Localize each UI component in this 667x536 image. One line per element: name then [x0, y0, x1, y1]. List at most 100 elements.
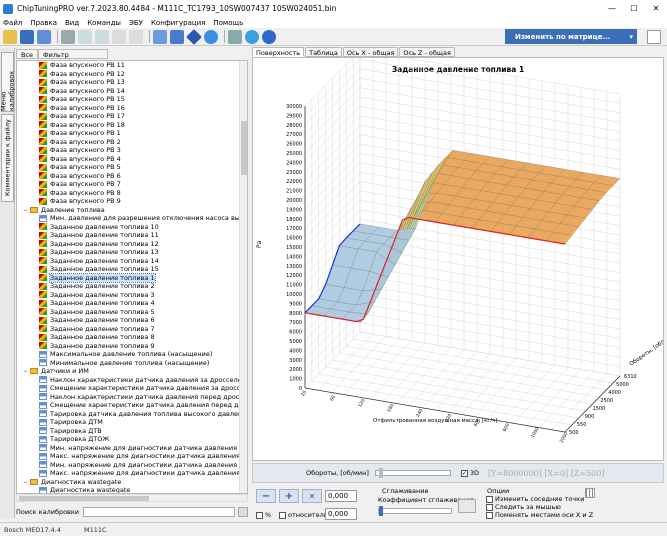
- tree-folder[interactable]: ⌄ Давление топлива: [17, 206, 247, 215]
- tree-item[interactable]: Заданное давление топлива 7: [17, 325, 247, 334]
- tree-folder[interactable]: ⌄ Диагностика wastegate: [17, 478, 247, 487]
- tree-item[interactable]: Фаза впускного РВ 5: [17, 163, 247, 172]
- globe-icon[interactable]: [245, 29, 259, 44]
- menu-help[interactable]: Помощь: [213, 19, 243, 27]
- checksum-icon[interactable]: [153, 29, 167, 44]
- tree-item[interactable]: Заданное давление топлива 15: [17, 265, 247, 274]
- tree-item[interactable]: Фаза впускного РВ 15: [17, 95, 247, 104]
- scrollbar-thumb[interactable]: [19, 496, 149, 501]
- tree-item[interactable]: Заданное давление топлива 10: [17, 223, 247, 232]
- expand-chevron-icon[interactable]: ⌄: [23, 206, 30, 215]
- save-as-icon[interactable]: [37, 29, 51, 44]
- tree-item[interactable]: Фаза впускного РВ 18: [17, 121, 247, 130]
- info-icon[interactable]: [204, 29, 218, 44]
- tab-surface[interactable]: Поверхность: [252, 47, 305, 57]
- change-by-matrix-combo[interactable]: Изменить по матрице... ▾: [505, 29, 637, 44]
- tree-item[interactable]: Заданное давление топлива 1: [17, 272, 247, 283]
- tree-item[interactable]: Макс. напряжение для диагностики датчика…: [17, 469, 247, 478]
- tree-item[interactable]: Мин. давление для разрешения отключения …: [17, 214, 247, 223]
- tree-item[interactable]: Фаза впускного РВ 11: [17, 61, 247, 70]
- menu-commands[interactable]: Команды: [87, 19, 121, 27]
- navigate-icon[interactable]: [186, 28, 202, 45]
- help-icon[interactable]: [262, 29, 276, 44]
- search-input[interactable]: [83, 507, 235, 517]
- tree-item[interactable]: Смещение характеристики датчика давления…: [17, 401, 247, 410]
- open-folder-icon[interactable]: [3, 29, 17, 44]
- undo-icon[interactable]: [112, 29, 126, 44]
- tree-item[interactable]: Тарировка ДТМ: [17, 418, 247, 427]
- tree-item[interactable]: Фаза впускного РВ 6: [17, 172, 247, 181]
- menu-ecu[interactable]: ЭБУ: [129, 19, 143, 27]
- tools-icon[interactable]: [228, 29, 242, 44]
- print-icon[interactable]: [61, 29, 75, 44]
- option-neighbors-checkbox[interactable]: [486, 496, 493, 503]
- minimize-button[interactable]: —: [601, 0, 623, 17]
- table-grid-icon[interactable]: [585, 488, 595, 498]
- menu-edit[interactable]: Правка: [30, 19, 57, 27]
- tree-item[interactable]: Мин. напряжение для диагностики датчика …: [17, 444, 247, 453]
- tree-item[interactable]: Заданное давление топлива 11: [17, 231, 247, 240]
- rpm-slider[interactable]: [374, 468, 451, 478]
- tree-item[interactable]: Фаза впускного РВ 4: [17, 155, 247, 164]
- tree-item[interactable]: Фаза впускного РВ 16: [17, 104, 247, 113]
- slider-thumb[interactable]: [378, 468, 383, 478]
- tree-horizontal-scrollbar[interactable]: [16, 494, 248, 502]
- tree-item[interactable]: Тарировка ДТОЖ: [17, 435, 247, 444]
- tree-item[interactable]: Фаза впускного РВ 12: [17, 70, 247, 79]
- tree-item[interactable]: Заданное давление топлива 14: [17, 257, 247, 266]
- surface-plot[interactable]: Заданное давление топлива 1 0 1000 2000 3000…: [252, 57, 664, 461]
- expand-chevron-icon[interactable]: ⌄: [23, 367, 30, 376]
- tree-item[interactable]: Заданное давление топлива 3: [17, 291, 247, 300]
- scrollbar-thumb[interactable]: [241, 121, 247, 175]
- slider-thumb[interactable]: [379, 506, 383, 516]
- smoothing-slider[interactable]: [378, 506, 452, 516]
- tree-item[interactable]: Фаза впускного РВ 9: [17, 197, 247, 206]
- tree-item[interactable]: Заданное давление топлива 5: [17, 308, 247, 317]
- option-follow-mouse-checkbox[interactable]: [486, 504, 493, 511]
- tree-item[interactable]: Фаза впускного РВ 13: [17, 78, 247, 87]
- tree-item[interactable]: Заданное давление топлива 6: [17, 316, 247, 325]
- relative-checkbox[interactable]: [279, 512, 286, 519]
- grid-icon[interactable]: [647, 30, 661, 44]
- tree-item[interactable]: Наклон характеристики датчика давления з…: [17, 376, 247, 385]
- relative-value-input[interactable]: 0,000: [325, 508, 357, 520]
- tree-item[interactable]: Фаза впускного РВ 2: [17, 138, 247, 147]
- smooth-apply-icon[interactable]: [458, 499, 476, 513]
- tree-item[interactable]: Заданное давление топлива 2: [17, 282, 247, 291]
- maximize-button[interactable]: ☐: [623, 0, 645, 17]
- save-icon[interactable]: [20, 29, 34, 44]
- tree-item[interactable]: Заданное давление топлива 9: [17, 342, 247, 351]
- percent-checkbox[interactable]: [256, 512, 263, 519]
- tree-item[interactable]: Тарировка датчика давления топлива высок…: [17, 410, 247, 419]
- tree-item[interactable]: Фаза впускного РВ 7: [17, 180, 247, 189]
- checkbox-3d[interactable]: ✓: [460, 469, 468, 477]
- tree-item[interactable]: Мин. напряжение для диагностики датчика …: [17, 461, 247, 470]
- surface-chart[interactable]: Заданное давление топлива 10100020003000…: [253, 58, 663, 460]
- tree-item[interactable]: Фаза впускного РВ 14: [17, 87, 247, 96]
- tree-item[interactable]: Минимальное давление топлива (насыщение): [17, 359, 247, 368]
- value-input[interactable]: 0,000: [325, 490, 357, 502]
- expand-chevron-icon[interactable]: ⌄: [23, 478, 30, 487]
- multiply-button[interactable]: ✕: [302, 489, 322, 503]
- compare-icon[interactable]: [170, 29, 184, 44]
- plus-button[interactable]: +: [279, 489, 299, 503]
- tab-filter[interactable]: Фильтр: [38, 49, 109, 59]
- tree-item[interactable]: Фаза впускного РВ 8: [17, 189, 247, 198]
- tab-table[interactable]: Таблица: [305, 47, 342, 57]
- tab-file-comments[interactable]: Комментарии к файлу: [1, 114, 14, 202]
- paste-icon[interactable]: [95, 29, 109, 44]
- menu-file[interactable]: Файл: [3, 19, 22, 27]
- tree-item[interactable]: Заданное давление топлива 4: [17, 299, 247, 308]
- minus-button[interactable]: −: [256, 489, 276, 503]
- option-swap-axes-checkbox[interactable]: [486, 512, 493, 519]
- close-button[interactable]: ✕: [645, 0, 667, 17]
- tree-item[interactable]: Тарировка ДТВ: [17, 427, 247, 436]
- redo-icon[interactable]: [129, 29, 143, 44]
- tab-all[interactable]: Все: [16, 49, 39, 59]
- tree-item[interactable]: Фаза впускного РВ 17: [17, 112, 247, 121]
- tree-item[interactable]: Диагностика wastegate: [17, 486, 247, 493]
- tree-item[interactable]: Наклон характеристики датчика давления п…: [17, 393, 247, 402]
- tree-item[interactable]: Смещение характеристики датчика давления…: [17, 384, 247, 393]
- tree-item[interactable]: Заданное давление топлива 12: [17, 240, 247, 249]
- tab-axis-z[interactable]: Ось Z - общая: [399, 47, 455, 57]
